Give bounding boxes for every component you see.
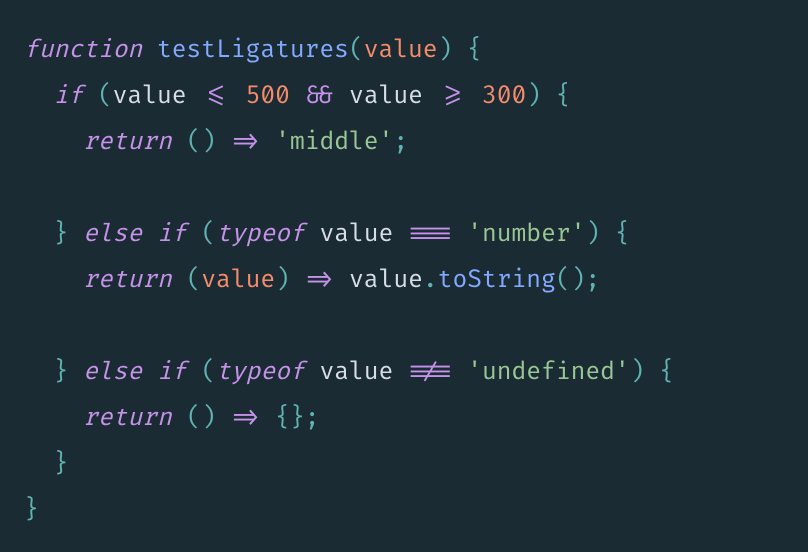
code-line: } [24,496,39,525]
code-line: return () => 'middle'; [24,128,408,157]
string-literal: 'middle' [275,128,393,157]
operator-lte: <= [201,82,231,111]
operator-and: && [305,82,335,111]
code-line [24,312,54,341]
keyword-else: else [83,220,142,249]
code-line: } else if (typeof value !== 'undefined')… [24,358,674,387]
keyword-if: if [54,82,84,111]
keyword-return: return [83,128,172,157]
paren-open: ( [349,36,364,65]
number-literal: 500 [246,82,290,111]
code-line: } else if (typeof value === 'number') { [24,220,630,249]
operator-eq: === [408,220,452,249]
identifier: value [113,82,187,111]
code-line: } [24,450,68,479]
code-line: function testLigatures(value) { [24,36,482,65]
param: value [364,36,438,65]
code-block: function testLigatures(value) { if (valu… [0,0,808,552]
code-line: if (value <= 500 && value >= 300) { [24,82,571,111]
function-name: testLigatures [157,36,349,65]
keyword-typeof: typeof [216,220,305,249]
code-line: return () => {}; [24,404,320,433]
code-line: return (value) => value.toString(); [24,266,600,295]
code-line [24,174,54,203]
operator-neq: !== [408,358,452,387]
operator-arrow: => [231,128,261,157]
dot: . [423,266,438,295]
paren-close: ) [438,36,453,65]
brace-close: } [24,496,39,525]
brace-open: { [467,36,482,65]
operator-gte: >= [438,82,468,111]
keyword-function: function [24,36,142,65]
indent-guide [24,128,54,157]
method-call: toString [438,266,556,295]
